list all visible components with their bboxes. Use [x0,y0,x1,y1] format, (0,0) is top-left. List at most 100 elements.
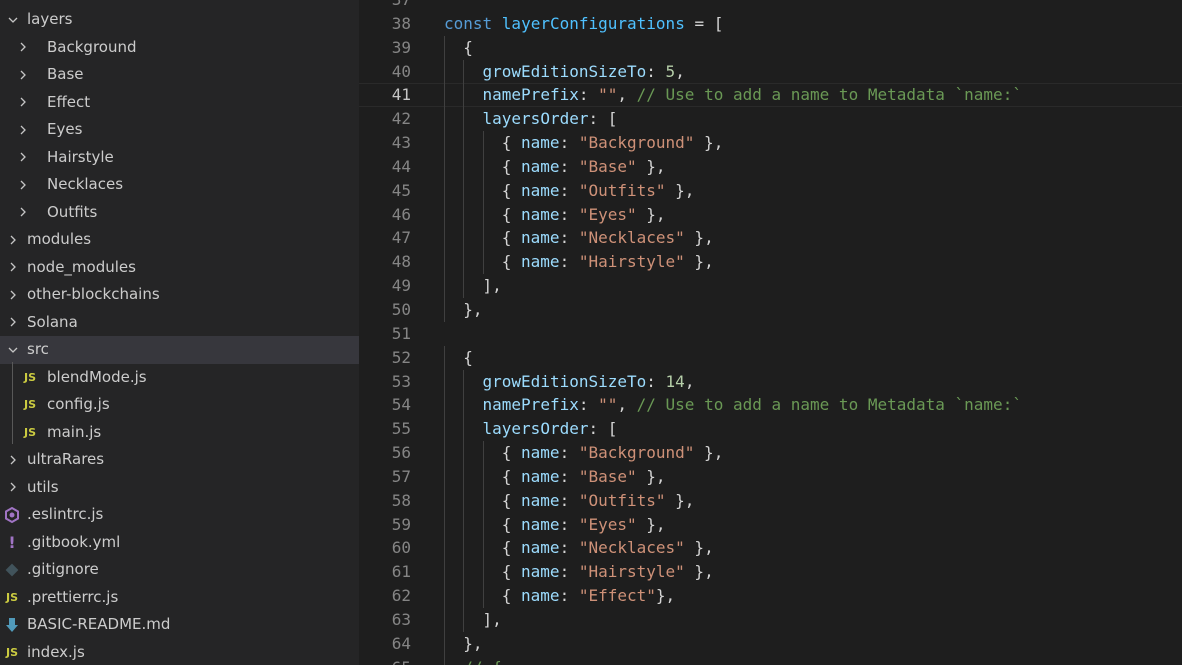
file-basic-readme-md[interactable]: BASIC-README.md [0,611,359,639]
code-content: }, [463,298,482,322]
code-line[interactable]: 54 namePrefix: "", // Use to add a name t… [359,393,1182,418]
file-gitignore[interactable]: .gitignore [0,556,359,584]
code-line[interactable]: 55 layersOrder: [ [359,417,1182,442]
chevron-right-icon[interactable] [6,446,20,474]
chevron-right-icon[interactable] [16,34,30,62]
code-content: { [463,346,473,370]
folder-other-blockchains[interactable]: other-blockchains [0,281,359,309]
folder-necklaces[interactable]: Necklaces [0,171,359,199]
folder-src[interactable]: src [0,336,359,364]
code-area[interactable]: 3738 const layerConfigurations = [39 {40 gr… [359,0,1182,665]
code-line[interactable]: 50}, [359,297,1182,322]
code-token: : [ [588,109,618,129]
folder-modules[interactable]: modules [0,226,359,254]
code-line[interactable]: 49], [359,274,1182,298]
line-number: 50 [391,299,411,319]
code-line[interactable]: 43 { name: "Background" }, [359,131,1182,155]
indent-guide [444,417,445,442]
file-prettierrc-js[interactable]: JS .prettierrc.js [0,584,359,612]
code-token: : [559,156,579,176]
folder-solana[interactable]: Solana [0,309,359,337]
chevron-down-icon[interactable] [6,336,20,364]
tree-item-label: Outfits [47,202,98,221]
file-eslintrc-js[interactable]: .eslintrc.js [0,501,359,529]
code-editor[interactable]: 3738 const layerConfigurations = [39 {40 gr… [359,0,1182,665]
file-index-js[interactable]: JS index.js [0,639,359,665]
file-gitbook-yml[interactable]: ! .gitbook.yml [0,529,359,557]
indent-guide [482,464,484,489]
code-line[interactable]: 58 { name: "Outfits" }, [359,488,1182,513]
chevron-right-icon[interactable] [6,309,20,337]
code-line[interactable]: 56 { name: "Background" }, [359,441,1182,465]
eslint-file-icon [3,501,21,529]
chevron-right-icon[interactable] [16,199,30,227]
code-token: "" [598,85,618,105]
code-content: { name: "Eyes" }, [502,513,666,537]
code-line[interactable]: 44 { name: "Base" }, [359,154,1182,179]
code-line[interactable]: 40 growEditionSizeTo: 5, [359,59,1182,84]
chevron-right-icon[interactable] [16,171,30,199]
folder-eyes[interactable]: Eyes [0,116,359,144]
tree-item-label: BASIC-README.md [27,615,171,633]
chevron-right-icon[interactable] [16,89,30,117]
indent-guide [482,536,484,561]
folder-hairstyle[interactable]: Hairstyle [0,144,359,172]
indent-guide [463,250,465,275]
code-line[interactable]: 48 { name: "Hairstyle" }, [359,250,1182,275]
code-line[interactable]: 57 { name: "Base" }, [359,464,1182,489]
file-config-js[interactable]: JS config.js [0,391,359,419]
chevron-right-icon[interactable] [16,116,30,144]
code-line[interactable]: 65 // { [359,655,1182,665]
chevron-right-icon[interactable] [6,281,20,309]
chevron-right-icon[interactable] [16,61,30,89]
javascript-file-icon: JS [23,425,36,439]
code-line[interactable]: 62 { name: "Effect"}, [359,584,1182,608]
code-line[interactable]: 52 { [359,345,1182,370]
code-line[interactable]: 46 { name: "Eyes" }, [359,202,1182,227]
file-main-js[interactable]: JS main.js [0,419,359,447]
code-line[interactable]: 51 [359,322,1182,346]
chevron-right-icon[interactable] [6,226,20,254]
code-token: "Outfits" [578,180,666,200]
chevron-right-icon[interactable] [16,144,30,172]
code-line[interactable]: 61 { name: "Hairstyle" }, [359,560,1182,585]
code-token: growEditionSizeTo [482,61,647,81]
code-line[interactable]: 60 { name: "Necklaces" }, [359,536,1182,561]
folder-layers[interactable]: layers [0,6,359,34]
code-line[interactable]: 38 const layerConfigurations = [ [359,12,1182,36]
yaml-file-icon: ! [8,532,16,552]
chevron-down-icon[interactable] [6,6,20,34]
code-line[interactable]: 37 [359,0,1182,12]
code-line[interactable]: 53 growEditionSizeTo: 14, [359,369,1182,394]
folder-outfits[interactable]: Outfits [0,199,359,227]
code-token: "Eyes" [578,514,637,534]
chevron-right-icon[interactable] [6,254,20,282]
tree-item-label: layers [27,10,73,28]
code-content: { name: "Effect"}, [502,584,675,608]
code-line[interactable]: 59 { name: "Eyes" }, [359,512,1182,537]
file-blendmode-js[interactable]: JS blendMode.js [0,364,359,392]
folder-node-modules[interactable]: node_modules [0,254,359,282]
folder-background[interactable]: Background [0,34,359,62]
folder-effect[interactable]: Effect [0,89,359,117]
code-line[interactable]: 64}, [359,631,1182,656]
folder-utils[interactable]: utils [0,474,359,502]
code-line[interactable]: 41 namePrefix: "", // Use to add a name t… [359,83,1182,108]
line-number: 58 [391,490,411,510]
tree-item-label: config.js [47,395,110,413]
code-line[interactable]: 42 layersOrder: [ [359,107,1182,132]
chevron-right-icon[interactable] [6,474,20,502]
tree-item-label: blendMode.js [47,367,147,386]
code-line[interactable]: 45 { name: "Outfits" }, [359,178,1182,203]
folder-ultrarares[interactable]: ultraRares [0,446,359,474]
indent-guide [444,202,445,227]
code-line[interactable]: 47 { name: "Necklaces" }, [359,226,1182,251]
code-line[interactable]: 63], [359,607,1182,632]
code-line[interactable]: 39 { [359,35,1182,60]
folder-base[interactable]: Base [0,61,359,89]
code-token: }, [655,586,676,606]
line-number: 53 [391,371,411,391]
line-number: 54 [391,395,411,415]
line-number: 45 [391,180,411,200]
code-content: growEditionSizeTo: 5, [483,60,685,84]
